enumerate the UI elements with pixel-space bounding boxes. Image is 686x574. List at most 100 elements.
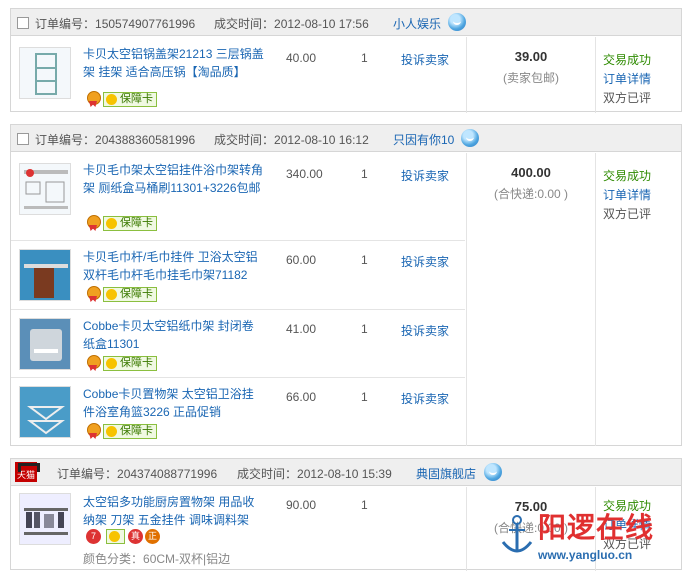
order-header: 订单编号：204388360581996 成交时间：2012-08-10 16:… xyxy=(11,125,681,152)
order-amount: 39.00 (卖家包邮) xyxy=(466,37,596,113)
badge-7day-icon: 7 xyxy=(86,529,101,545)
guarantee-card-badge[interactable]: 保障卡 xyxy=(103,286,157,302)
product-thumbnail[interactable] xyxy=(19,249,71,301)
tmall-badge: 天猫 xyxy=(15,462,40,482)
deal-time: 成交时间：2012-08-10 15:39 xyxy=(237,467,392,481)
medal-icon xyxy=(86,215,101,231)
order-header: 订单编号：150574907761996 成交时间：2012-08-10 17:… xyxy=(11,9,681,36)
badge-authentic-icon: 正 xyxy=(145,529,160,545)
watermark-url: www.yangluo.cn xyxy=(538,548,633,562)
complain-seller-link[interactable]: 投诉卖家 xyxy=(401,51,449,68)
item-badges: 保障卡 xyxy=(86,355,157,373)
item-spec: 颜色分类：60CM-双杯|铝边 xyxy=(83,552,231,566)
order-item-row: 太空铝多功能厨房置物架 用品收纳架 刀架 五金挂件 调味调料架 7 真正 颜色分类… xyxy=(11,487,465,571)
product-thumbnail[interactable] xyxy=(19,47,71,99)
order-total: 39.00 xyxy=(514,49,548,64)
item-qty: 1 xyxy=(361,390,368,404)
order-status: 交易成功 订单详情 双方已评 xyxy=(603,167,651,224)
wangwang-chat-icon[interactable] xyxy=(448,13,466,31)
order-card: 订单编号：150574907761996 成交时间：2012-08-10 17:… xyxy=(10,8,682,113)
complain-seller-link[interactable]: 投诉卖家 xyxy=(401,167,449,184)
order-item-row: 卡贝毛巾杆/毛巾挂件 卫浴太空铝双杆毛巾杆毛巾挂毛巾架71182 保障卡 60.… xyxy=(11,241,465,310)
seller-link[interactable]: 典固旗舰店 xyxy=(416,465,476,482)
item-qty: 1 xyxy=(361,51,368,65)
order-header: 天猫 订单编号：204374088771996 成交时间：2012-08-10 … xyxy=(11,459,681,486)
order-number: 订单编号：204374088771996 xyxy=(57,467,218,481)
product-thumbnail[interactable] xyxy=(19,318,71,370)
item-price: 41.00 xyxy=(286,322,317,336)
towel-bar-icon xyxy=(20,250,70,300)
order-number: 订单编号：204388360581996 xyxy=(35,133,196,147)
order-item-row: Cobbe卡贝太空铝纸巾架 封闭卷纸盒11301 保障卡 41.00 1 投诉卖… xyxy=(11,310,465,378)
seller-link[interactable]: 小人娱乐 xyxy=(393,15,441,32)
order-detail-link[interactable]: 订单详情 xyxy=(603,70,651,89)
product-name-link[interactable]: Cobbe卡贝置物架 太空铝卫浴挂件浴室角篮3226 正品促销 xyxy=(83,385,265,421)
item-qty: 1 xyxy=(361,253,368,267)
corner-shelf-icon xyxy=(20,387,70,437)
order-total: 400.00 xyxy=(511,165,551,180)
shipping-note: (合快递:0.00 ) xyxy=(493,187,569,201)
watermark-text: 阳逻在线 xyxy=(538,511,655,544)
guarantee-card-badge[interactable]: 保障卡 xyxy=(103,423,157,439)
complain-seller-link[interactable]: 投诉卖家 xyxy=(401,322,449,339)
order-item-row: 卡贝毛巾架太空铝挂件浴巾架转角架 厕纸盒马桶刷11301+3226包邮 保障卡 … xyxy=(11,153,465,241)
product-thumbnail[interactable] xyxy=(19,386,71,438)
guarantee-icon xyxy=(106,529,125,545)
item-price: 90.00 xyxy=(286,498,317,512)
deal-time: 成交时间：2012-08-10 17:56 xyxy=(214,17,369,31)
kitchen-rack-icon xyxy=(20,494,70,544)
status-success: 交易成功 xyxy=(603,169,652,183)
item-price: 66.00 xyxy=(286,390,317,404)
product-name-link[interactable]: 太空铝多功能厨房置物架 用品收纳架 刀架 五金挂件 调味调料架 xyxy=(83,493,265,529)
product-name-link[interactable]: 卡贝毛巾杆/毛巾挂件 卫浴太空铝双杆毛巾杆毛巾挂毛巾架71182 xyxy=(83,248,265,284)
item-badges: 保障卡 xyxy=(86,215,157,233)
product-thumbnail[interactable] xyxy=(19,163,71,215)
guarantee-card-badge[interactable]: 保障卡 xyxy=(103,91,157,107)
badge-genuine-icon: 真 xyxy=(128,529,143,545)
item-qty: 1 xyxy=(361,167,368,181)
item-qty: 1 xyxy=(361,498,368,512)
wangwang-chat-icon[interactable] xyxy=(484,463,502,481)
product-name-link[interactable]: 卡贝毛巾架太空铝挂件浴巾架转角架 厕纸盒马桶刷11301+3226包邮 xyxy=(83,161,265,197)
complain-seller-link[interactable]: 投诉卖家 xyxy=(401,253,449,270)
guarantee-card-badge[interactable]: 保障卡 xyxy=(103,215,157,231)
order-checkbox[interactable] xyxy=(17,133,29,145)
item-badges: 保障卡 xyxy=(86,286,157,304)
item-price: 340.00 xyxy=(286,167,323,181)
medal-icon xyxy=(86,355,101,371)
item-badges: 保障卡 xyxy=(86,423,157,441)
order-number: 订单编号：150574907761996 xyxy=(35,17,196,31)
order-amount: 400.00 (合快递:0.00 ) xyxy=(466,153,596,446)
deal-time: 成交时间：2012-08-10 16:12 xyxy=(214,133,369,147)
medal-icon xyxy=(86,423,101,439)
product-name-link[interactable]: Cobbe卡贝太空铝纸巾架 封闭卷纸盒11301 xyxy=(83,317,265,353)
item-price: 40.00 xyxy=(286,51,317,65)
product-name-link[interactable]: 卡贝太空铝锅盖架21213 三层锅盖架 挂架 适合高压锅【淘品质】 xyxy=(83,45,265,81)
item-qty: 1 xyxy=(361,322,368,336)
status-success: 交易成功 xyxy=(603,53,652,67)
rated-status: 双方已评 xyxy=(603,207,652,221)
product-thumbnail[interactable] xyxy=(19,493,71,545)
order-item-row: Cobbe卡贝置物架 太空铝卫浴挂件浴室角篮3226 正品促销 保障卡 66.0… xyxy=(11,378,465,446)
order-detail-link[interactable]: 订单详情 xyxy=(603,186,651,205)
item-price: 60.00 xyxy=(286,253,317,267)
order-checkbox[interactable] xyxy=(17,17,29,29)
site-watermark: 阳逻在线 www.yangluo.cn xyxy=(498,506,686,574)
medal-icon xyxy=(86,286,101,302)
wangwang-chat-icon[interactable] xyxy=(461,129,479,147)
anchor-icon xyxy=(501,515,533,553)
tissue-box-icon xyxy=(20,319,70,369)
shipping-note: (卖家包邮) xyxy=(503,71,559,85)
pot-lid-rack-icon xyxy=(35,53,57,95)
medal-icon xyxy=(86,91,101,107)
complain-seller-link[interactable]: 投诉卖家 xyxy=(401,390,449,407)
towel-rack-set-icon xyxy=(24,169,68,209)
guarantee-card-badge[interactable]: 保障卡 xyxy=(103,355,157,371)
order-card: 订单编号：204388360581996 成交时间：2012-08-10 16:… xyxy=(10,124,682,446)
rated-status: 双方已评 xyxy=(603,91,652,105)
item-badges: 保障卡 xyxy=(86,91,157,109)
seller-link[interactable]: 只因有你10 xyxy=(393,131,454,148)
order-item-row: 卡贝太空铝锅盖架21213 三层锅盖架 挂架 适合高压锅【淘品质】 保障卡 40… xyxy=(11,37,465,113)
order-status: 交易成功 订单详情 双方已评 xyxy=(603,51,651,108)
item-badges: 7 真正 xyxy=(86,529,162,547)
